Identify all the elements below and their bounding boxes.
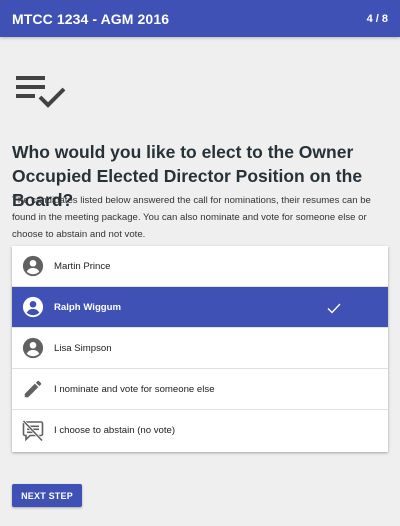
option-label: Martin Prince [54,260,111,272]
option-lisa-simpson[interactable]: Lisa Simpson [12,328,388,369]
option-label: Ralph Wiggum [54,301,122,313]
checkmark-icon [327,303,341,314]
option-label: I choose to abstain (no vote) [54,425,176,436]
pencil-icon [12,369,54,410]
account-circle-icon [12,287,54,328]
account-circle-icon [12,328,54,369]
comment-off-icon [12,410,54,451]
account-circle-icon [12,246,54,287]
app-bar: MTCC 1234 - AGM 2016 4 / 8 [0,0,400,37]
ballot-list-check-icon [16,76,66,108]
option-ralph-wiggum[interactable]: Ralph Wiggum [12,287,388,328]
option-label: Lisa Simpson [54,342,112,354]
meeting-title: MTCC 1234 - AGM 2016 [12,10,170,27]
options-list: Martin Prince Ralph Wiggum Lisa Simpson [12,246,388,452]
option-label: I nominate and vote for someone else [54,383,215,395]
option-nominate-someone-else[interactable]: I nominate and vote for someone else [12,369,388,410]
step-indicator: 4 / 8 [366,12,388,25]
option-abstain[interactable]: I choose to abstain (no vote) [12,410,388,451]
option-martin-prince[interactable]: Martin Prince [12,246,388,287]
question-description: The candidates listed below answered the… [12,195,371,240]
next-step-button[interactable]: NEXT STEP [12,484,82,507]
